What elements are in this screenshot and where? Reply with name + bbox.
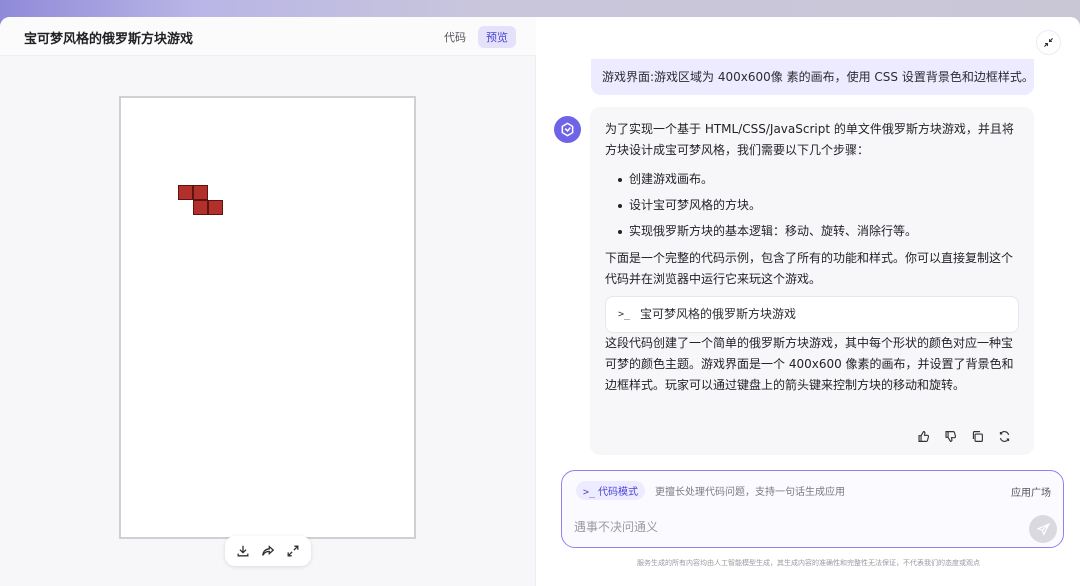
message-actions — [917, 429, 1013, 444]
steps-list: 创建游戏画布。 设计宝可梦风格的方块。 实现俄罗斯方块的基本逻辑：移动、旋转、消… — [605, 169, 1019, 242]
preview-panel: 宝可梦风格的俄罗斯方块游戏 代码 预览 — [0, 17, 536, 586]
send-button[interactable] — [1029, 515, 1057, 543]
list-item: 创建游戏画布。 — [605, 169, 1019, 190]
list-item: 设计宝可梦风格的方块。 — [605, 195, 1019, 216]
app-window: 宝可梦风格的俄罗斯方块游戏 代码 预览 游戏界面:游戏区域为 400x600像 … — [0, 17, 1080, 586]
user-message: 游戏界面:游戏区域为 400x600像 素的画布，使用 CSS 设置背景色和边框… — [591, 59, 1034, 95]
tetromino-block — [208, 200, 223, 215]
chat-panel: 游戏界面:游戏区域为 400x600像 素的画布，使用 CSS 设置背景色和边框… — [537, 17, 1080, 586]
code-artifact-title: 宝可梦风格的俄罗斯方块游戏 — [640, 307, 797, 321]
message-composer: >_ 代码模式 更擅长处理代码问题，支持一句话生成应用 应用广场 — [561, 470, 1064, 548]
collapse-icon — [1043, 37, 1054, 48]
assistant-avatar — [554, 116, 581, 143]
terminal-icon: >_ — [618, 309, 631, 320]
collapse-button[interactable] — [1036, 30, 1061, 55]
list-item: 实现俄罗斯方块的基本逻辑：移动、旋转、消除行等。 — [605, 221, 1019, 242]
assistant-lead: 下面是一个完整的代码示例，包含了所有的功能和样式。你可以直接复制这个代码并在浏览… — [605, 251, 1014, 286]
preview-toolbar — [225, 536, 311, 566]
share-icon[interactable] — [259, 542, 277, 560]
copy-icon[interactable] — [971, 429, 986, 444]
code-mode-label: 代码模式 — [598, 487, 639, 498]
code-mode-description: 更擅长处理代码问题，支持一句话生成应用 — [655, 487, 846, 498]
message-input[interactable] — [574, 517, 994, 537]
assistant-summary: 这段代码创建了一个简单的俄罗斯方块游戏，其中每个形状的颜色对应一种宝可梦的颜色主… — [605, 336, 1014, 392]
assistant-logo-icon — [561, 122, 574, 137]
game-canvas[interactable] — [119, 96, 416, 539]
preview-header: 宝可梦风格的俄罗斯方块游戏 代码 预览 — [0, 17, 536, 56]
thumbs-up-icon[interactable] — [917, 429, 932, 444]
assistant-intro: 为了实现一个基于 HTML/CSS/JavaScript 的单文件俄罗斯方块游戏… — [605, 122, 1014, 157]
tetromino-block — [193, 185, 208, 200]
download-icon[interactable] — [234, 542, 252, 560]
view-toggle: 代码 预览 — [436, 26, 516, 48]
mode-row: >_ 代码模式 更擅长处理代码问题，支持一句话生成应用 — [576, 481, 845, 500]
thumbs-down-icon[interactable] — [944, 429, 959, 444]
tab-code[interactable]: 代码 — [436, 26, 474, 48]
send-icon — [1036, 522, 1050, 536]
disclaimer: 服务生成的所有内容均由人工智能模型生成，其生成内容的准确性和完整性无法保证，不代… — [637, 559, 980, 567]
tetromino-block — [178, 185, 193, 200]
tab-preview[interactable]: 预览 — [478, 26, 516, 48]
preview-title: 宝可梦风格的俄罗斯方块游戏 — [24, 32, 194, 47]
assistant-message: 为了实现一个基于 HTML/CSS/JavaScript 的单文件俄罗斯方块游戏… — [590, 107, 1034, 455]
expand-icon[interactable] — [284, 542, 302, 560]
terminal-icon: >_ — [583, 487, 596, 498]
regenerate-icon[interactable] — [998, 429, 1013, 444]
app-store-link[interactable]: 应用广场 — [1011, 484, 1051, 499]
tetromino-block — [193, 200, 208, 215]
code-mode-chip[interactable]: >_ 代码模式 — [576, 481, 646, 500]
code-artifact-card[interactable]: >_ 宝可梦风格的俄罗斯方块游戏 — [605, 296, 1019, 333]
